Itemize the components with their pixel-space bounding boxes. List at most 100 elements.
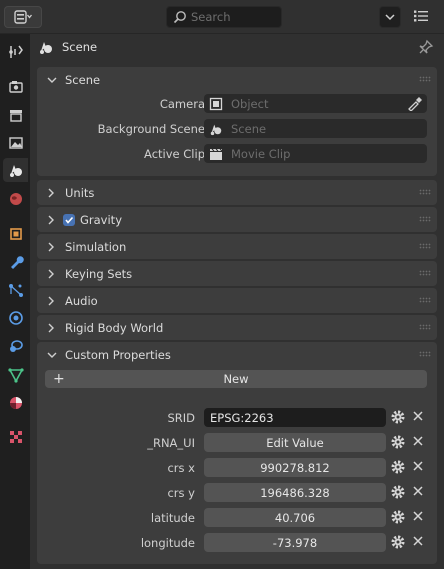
chevron-down-icon [47, 76, 57, 84]
gear-icon[interactable] [390, 434, 406, 453]
property-value: 196486.328 [260, 485, 330, 500]
rigid-body-world-panel-header[interactable]: Rigid Body World [37, 315, 437, 340]
panel-title: Simulation [65, 239, 127, 254]
keying-sets-panel-header[interactable]: Keying Sets [37, 261, 437, 286]
drag-grip-icon[interactable] [419, 324, 431, 330]
active-clip-field[interactable]: Movie Clip [204, 144, 427, 163]
object-tab[interactable] [3, 222, 28, 246]
physics-tab[interactable] [3, 306, 28, 330]
render-tab[interactable] [3, 75, 28, 99]
property-row-latitude: latitude 40.706 [37, 506, 437, 531]
chevron-right-icon [47, 269, 57, 279]
property-value-field[interactable]: 40.706 [204, 508, 386, 527]
scene-icon [9, 165, 22, 177]
close-icon[interactable] [411, 409, 425, 426]
scene-tab[interactable] [3, 158, 28, 182]
eyedropper-icon[interactable] [407, 96, 423, 114]
property-row-rna-ui: _RNA_UI Edit Value [37, 431, 437, 456]
audio-panel[interactable]: Audio [37, 288, 437, 313]
data-tab[interactable] [3, 363, 28, 387]
panel-title: Scene [65, 72, 101, 87]
new-button-label: New [223, 372, 249, 386]
modifier-tab[interactable] [3, 250, 28, 274]
gear-icon[interactable] [390, 484, 406, 503]
drag-grip-icon[interactable] [419, 297, 431, 303]
mesh-data-icon [7, 368, 24, 383]
property-row-crs-y: crs y 196486.328 [37, 481, 437, 506]
gravity-checkbox[interactable] [63, 213, 75, 226]
close-icon[interactable] [411, 459, 425, 476]
camera-field[interactable]: Object [204, 94, 427, 113]
units-panel[interactable]: Units [37, 180, 437, 205]
property-value-field[interactable]: EPSG:2263 [204, 408, 386, 427]
close-icon[interactable] [411, 434, 425, 451]
texture-tab[interactable] [3, 425, 28, 449]
gear-icon[interactable] [390, 509, 406, 528]
editor-type-button[interactable] [4, 6, 42, 28]
panel-title: Gravity [80, 212, 123, 227]
property-value: Edit Value [266, 435, 324, 450]
world-tab[interactable] [3, 187, 28, 211]
units-panel-header[interactable]: Units [37, 180, 437, 205]
options-menu-button[interactable] [410, 6, 432, 26]
edit-value-button[interactable]: Edit Value [204, 433, 386, 452]
gear-icon[interactable] [390, 534, 406, 553]
tool-tab[interactable] [3, 40, 28, 64]
tool-icon [8, 45, 23, 58]
gravity-panel[interactable]: Gravity [37, 207, 437, 232]
panel-title: Audio [65, 293, 98, 308]
scene-icon [38, 38, 56, 56]
pin-icon[interactable] [418, 39, 434, 58]
gear-icon[interactable] [390, 459, 406, 478]
custom-properties-panel-header[interactable]: Custom Properties [37, 342, 437, 367]
rigid-body-world-panel[interactable]: Rigid Body World [37, 315, 437, 340]
particles-tab[interactable] [3, 278, 28, 302]
drag-grip-icon[interactable] [419, 216, 431, 222]
constraint-icon [9, 340, 23, 352]
property-value-field[interactable]: 196486.328 [204, 483, 386, 502]
gear-icon[interactable] [390, 409, 406, 428]
drag-grip-icon[interactable] [419, 243, 431, 249]
drag-grip-icon[interactable] [419, 270, 431, 276]
close-icon[interactable] [411, 509, 425, 526]
panel-title: Units [65, 185, 95, 200]
background-scene-row: Background Scene Scene [37, 117, 437, 142]
close-icon[interactable] [411, 484, 425, 501]
filter-dropdown-button[interactable] [379, 6, 401, 28]
property-value-field[interactable]: -73.978 [204, 533, 386, 552]
material-icon [9, 397, 22, 409]
output-tab[interactable] [3, 103, 28, 127]
drag-grip-icon[interactable] [419, 189, 431, 195]
simulation-panel-header[interactable]: Simulation [37, 234, 437, 259]
scene-panel-header[interactable]: Scene [37, 67, 437, 92]
chevron-right-icon [47, 296, 57, 306]
properties-header: Search [0, 0, 444, 34]
view-layer-tab[interactable] [3, 131, 28, 155]
keying-sets-panel[interactable]: Keying Sets [37, 261, 437, 286]
properties-tab-strip [0, 34, 30, 569]
drag-grip-icon[interactable] [419, 76, 431, 82]
audio-panel-header[interactable]: Audio [37, 288, 437, 313]
render-icon [8, 81, 23, 93]
gravity-panel-header[interactable]: Gravity [37, 207, 437, 232]
constraints-tab[interactable] [3, 334, 28, 358]
property-name: crs y [167, 486, 195, 500]
property-value: 990278.812 [260, 460, 330, 475]
property-value: -73.978 [272, 535, 318, 550]
active-clip-row: Active Clip Movie Clip [37, 142, 437, 167]
new-property-button[interactable]: + New [45, 370, 427, 388]
background-scene-field[interactable]: Scene [204, 119, 427, 138]
view-layer-icon [8, 137, 23, 149]
close-icon[interactable] [411, 534, 425, 551]
custom-properties-panel: Custom Properties + New SRID EPSG:2263 _… [37, 342, 437, 564]
panel-title: Keying Sets [65, 266, 133, 281]
property-value-field[interactable]: 990278.812 [204, 458, 386, 477]
search-field[interactable]: Search [166, 6, 282, 28]
material-tab[interactable] [3, 391, 28, 415]
world-icon [9, 193, 22, 205]
context-label: Scene [62, 40, 98, 54]
drag-grip-icon[interactable] [419, 351, 431, 357]
simulation-panel[interactable]: Simulation [37, 234, 437, 259]
chevron-down-icon [385, 14, 395, 21]
camera-placeholder: Object [231, 96, 269, 111]
